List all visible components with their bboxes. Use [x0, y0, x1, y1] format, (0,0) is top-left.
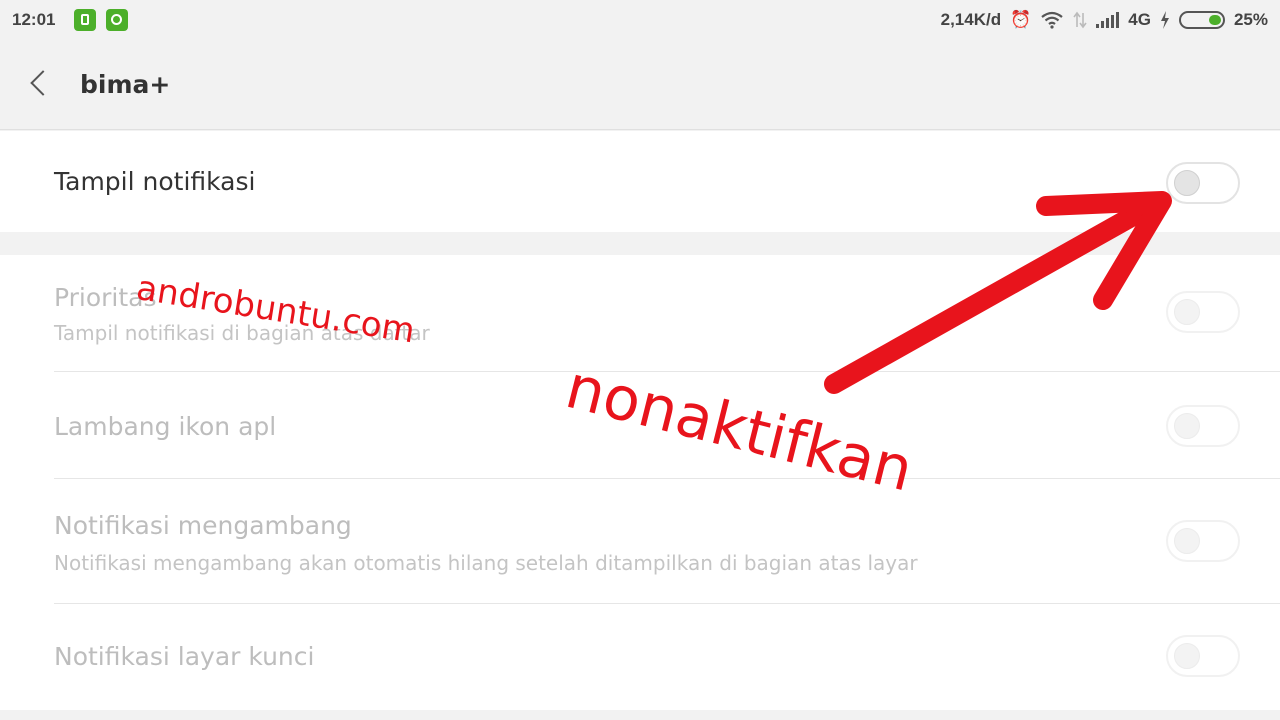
floating-notifications-label: Notifikasi mengambang — [54, 511, 352, 540]
signal-icon — [1096, 12, 1120, 28]
app-bar: bima+ — [0, 40, 1280, 130]
battery-percent: 25% — [1233, 10, 1268, 29]
show-notifications-row[interactable]: Tampil notifikasi — [0, 131, 1280, 232]
show-notifications-label: Tampil notifikasi — [54, 167, 256, 196]
toggle-knob — [1174, 170, 1200, 196]
lockscreen-notifications-toggle — [1166, 635, 1240, 677]
badge-label: Lambang ikon apl — [54, 412, 277, 441]
app-notification-icon — [74, 9, 96, 31]
toggle-knob — [1174, 413, 1200, 439]
priority-label: Prioritas — [54, 283, 157, 312]
status-indicators: 2,14K/d ⏰ 4G 25% — [941, 10, 1268, 30]
wifi-icon — [1041, 11, 1063, 29]
priority-subtitle: Tampil notifikasi di bagian atas daftar — [54, 321, 430, 345]
show-notifications-card: Tampil notifikasi — [0, 131, 1280, 232]
priority-row: Prioritas Tampil notifikasi di bagian at… — [0, 255, 1280, 371]
charging-icon — [1160, 11, 1169, 29]
clock: 12:01 — [12, 10, 56, 29]
data-arrows-icon — [1073, 11, 1087, 29]
battery-icon — [1178, 11, 1225, 29]
network-type: 4G — [1128, 10, 1151, 29]
toggle-knob — [1174, 299, 1200, 325]
floating-notifications-toggle — [1166, 520, 1240, 562]
badge-row: Lambang ikon apl — [0, 372, 1280, 478]
toggle-knob — [1174, 528, 1200, 554]
floating-notifications-row: Notifikasi mengambang Notifikasi mengamb… — [0, 479, 1280, 603]
show-notifications-toggle[interactable] — [1166, 162, 1240, 204]
alarm-icon: ⏰ — [1010, 10, 1032, 29]
page-title: bima+ — [80, 70, 171, 99]
toggle-knob — [1174, 643, 1200, 669]
status-bar: 12:01 2,14K/d ⏰ 4G 25% — [0, 0, 1280, 40]
badge-toggle — [1166, 405, 1240, 447]
network-speed: 2,14K/d — [940, 10, 1002, 29]
notification-options-card: Prioritas Tampil notifikasi di bagian at… — [0, 255, 1280, 710]
priority-toggle — [1166, 291, 1240, 333]
lockscreen-notifications-label: Notifikasi layar kunci — [54, 642, 315, 671]
back-icon[interactable] — [30, 70, 56, 96]
floating-notifications-subtitle: Notifikasi mengambang akan otomatis hila… — [54, 551, 918, 575]
chat-notification-icon — [106, 9, 128, 31]
lockscreen-notifications-row: Notifikasi layar kunci — [0, 604, 1280, 710]
